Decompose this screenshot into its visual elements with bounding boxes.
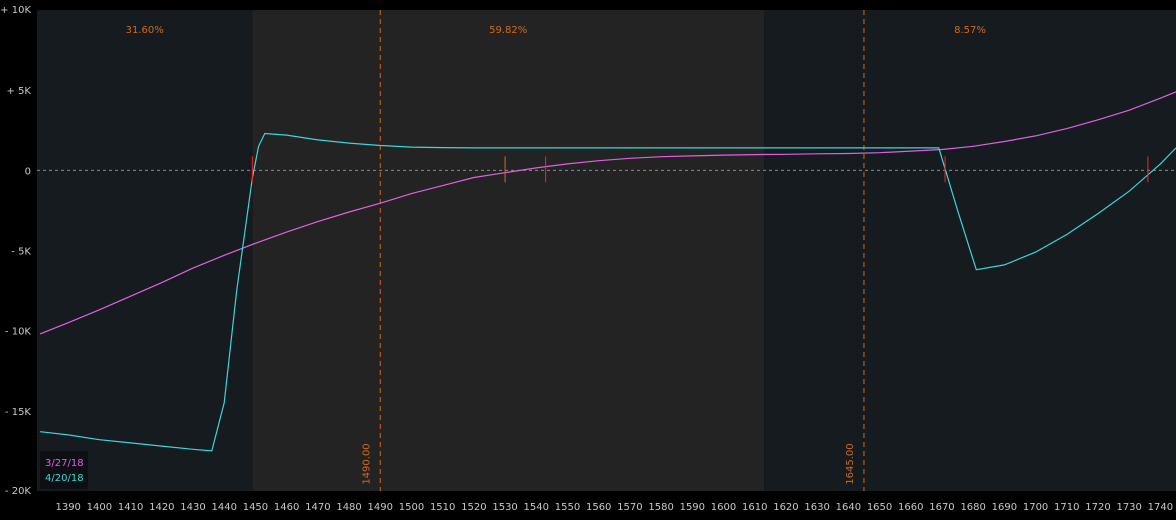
x-tick-label-28: 1670: [929, 502, 954, 513]
x-tick-label-23: 1620: [773, 502, 798, 513]
probability-zone-label-1: 59.82%: [489, 25, 527, 36]
x-tick-label-0: 1390: [55, 502, 80, 513]
x-tick-label-4: 1430: [180, 502, 205, 513]
x-tick-label-29: 1680: [960, 502, 985, 513]
y-tick-label-6: - 20K: [5, 486, 32, 497]
x-tick-label-21: 1600: [711, 502, 736, 513]
x-tick-label-27: 1660: [898, 502, 923, 513]
x-tick-label-32: 1710: [1054, 502, 1079, 513]
y-tick-label-3: - 5K: [11, 247, 31, 258]
legend: 3/27/18 4/20/18: [40, 451, 88, 489]
x-tick-label-14: 1530: [492, 502, 517, 513]
x-tick-label-22: 1610: [742, 502, 767, 513]
x-tick-label-17: 1560: [586, 502, 611, 513]
legend-entry-1: 4/20/18: [45, 473, 84, 484]
x-tick-label-13: 1520: [461, 502, 486, 513]
x-tick-label-2: 1410: [118, 502, 143, 513]
x-tick-label-25: 1640: [836, 502, 861, 513]
x-tick-label-8: 1470: [305, 502, 330, 513]
x-tick-label-33: 1720: [1085, 502, 1110, 513]
x-tick-label-31: 1700: [1023, 502, 1048, 513]
x-tick-label-18: 1570: [617, 502, 642, 513]
x-tick-label-34: 1730: [1116, 502, 1141, 513]
x-tick-label-19: 1580: [648, 502, 673, 513]
probability-zones: 31.60% 59.82% 8.57%: [37, 10, 1176, 491]
x-tick-label-20: 1590: [680, 502, 705, 513]
x-tick-label-24: 1630: [804, 502, 829, 513]
x-tick-label-26: 1650: [867, 502, 892, 513]
x-tick-label-1: 1400: [87, 502, 112, 513]
x-tick-label-3: 1420: [149, 502, 174, 513]
y-tick-label-4: - 10K: [5, 327, 32, 338]
x-tick-label-11: 1500: [399, 502, 424, 513]
x-tick-label-9: 1480: [336, 502, 361, 513]
risk-profile-chart: 31.60% 59.82% 8.57% 1490.00 1645.00 + 10K + …: [0, 0, 1176, 520]
strike-label-1: 1645.00: [845, 443, 856, 484]
y-tick-label-0: + 10K: [0, 5, 31, 16]
legend-entry-0: 3/27/18: [45, 458, 84, 469]
x-tick-label-6: 1450: [243, 502, 268, 513]
x-tick-label-35: 1740: [1148, 502, 1173, 513]
x-tick-label-15: 1540: [524, 502, 549, 513]
y-tick-label-1: + 5K: [7, 86, 32, 97]
x-tick-label-5: 1440: [212, 502, 237, 513]
probability-zone-1: [252, 10, 765, 491]
strike-label-0: 1490.00: [361, 443, 372, 484]
x-tick-label-10: 1490: [368, 502, 393, 513]
x-tick-label-30: 1690: [992, 502, 1017, 513]
probability-zone-label-0: 31.60%: [126, 25, 164, 36]
x-tick-label-7: 1460: [274, 502, 299, 513]
x-tick-label-12: 1510: [430, 502, 455, 513]
y-tick-label-2: 0: [25, 166, 31, 177]
y-tick-label-5: - 15K: [5, 407, 32, 418]
x-tick-label-16: 1550: [555, 502, 580, 513]
probability-zone-label-2: 8.57%: [954, 25, 986, 36]
